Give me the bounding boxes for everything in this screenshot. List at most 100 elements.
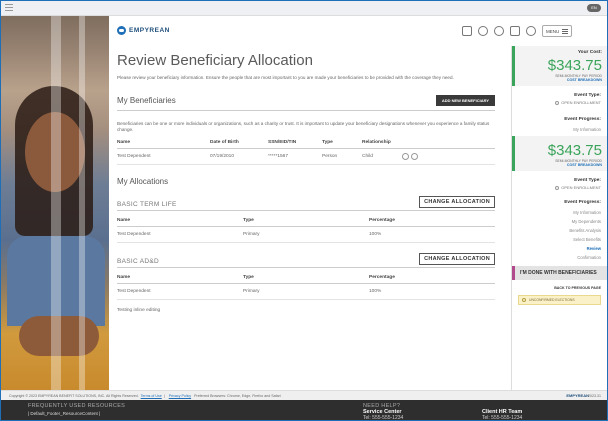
brand-name: EMPYREAN [129,27,170,34]
allocation-group-title: BASIC AD&D [117,258,160,265]
resources-title: FREQUENTLY USED RESOURCES [28,403,126,409]
allocation-percentage: 100% [369,289,382,294]
allocation-type: Primary [243,289,260,294]
allocation-name: Test Dependent [117,232,151,237]
table-row: Test Dependent Primary 100% [117,284,495,300]
copyright-text: Copyright © 2023 EMPYREAN BENEFIT SOLUTI… [9,393,139,398]
logo-mark-icon [117,26,126,35]
hamburger-icon[interactable] [5,4,13,12]
table-header-row: Name Type Percentage [117,272,495,284]
event-type-label: Event Type: [574,178,601,183]
allocation-name: Test Dependent [117,289,151,294]
help-circle-icon[interactable] [478,26,488,36]
remove-icon[interactable] [411,153,418,160]
menu-icon [562,28,568,35]
radio-icon [555,185,560,190]
allocation-table: Name Type Percentage Test Dependent Prim… [117,215,495,243]
resources-content[interactable]: | Default_Footer_ResourceContent | [28,411,125,416]
brand-logo[interactable]: EMPYREAN [117,26,170,35]
edit-icon[interactable] [402,153,409,160]
progress-item[interactable]: Confirmation [512,253,607,262]
column-header: Name [117,275,131,280]
allocation-group-header: BASIC AD&D CHANGE ALLOCATION [117,253,495,268]
cost-sidebar: Your Cost: $343.75 SEMI-MONTHLY PAY PERI… [511,46,607,390]
column-header: Name [117,218,131,223]
main-content: Review Beneficiary Allocation Please rev… [117,52,495,313]
allocation-group-header: BASIC TERM LIFE CHANGE ALLOCATION [117,196,495,211]
progress-item[interactable]: Select Benefits [512,235,607,244]
beneficiary-relationship: Child [362,154,373,159]
event-type-value: OPEN ENROLLMENT [561,185,601,190]
question-icon[interactable] [526,26,536,36]
beneficiaries-heading: My Beneficiaries [117,96,176,105]
page-header: EMPYREAN MENU [109,16,572,46]
site-footer: FREQUENTLY USED RESOURCES | Default_Foot… [1,400,607,421]
copyright-bar: Copyright © 2023 EMPYREAN BENEFIT SOLUTI… [1,390,607,400]
beneficiaries-header: My Beneficiaries ADD NEW BENEFICIARY [117,95,495,111]
browsers-text: Preferred Browsers: Chrome, Edge, Firefo… [194,393,281,398]
beneficiary-type: Person [322,154,338,159]
terms-link[interactable]: Terms of Use [141,394,162,398]
header-icons: MENU [456,25,572,37]
table-row: Test Dependent 07/19/2010 *****1567 Pers… [117,149,495,165]
page-title: Review Beneficiary Allocation [117,52,313,69]
intro-text: Please review your beneficiary informati… [117,75,454,80]
hr-team-phone[interactable]: Tel: 555-555-1234 [482,415,522,421]
event-progress-label: Event Progress: [564,117,601,122]
cost-label: Your Cost: [577,50,602,55]
back-to-previous-link[interactable]: BACK TO PREVIOUS PAGE [512,280,607,293]
resources-column: FREQUENTLY USED RESOURCES | Default_Foot… [28,403,125,416]
event-type-option: OPEN ENROLLMENT [518,185,601,190]
progress-item[interactable]: My Information [512,208,607,217]
column-header: Relationship [362,140,391,145]
column-header: Name [117,140,131,145]
column-header: SSN/EID/TIN [268,140,297,145]
column-header: Date of Birth [210,140,239,145]
beneficiary-name: Test Dependent [117,154,151,159]
row-actions [402,153,420,160]
beneficiary-ssn: *****1567 [268,154,289,159]
column-header: Type [243,218,254,223]
change-allocation-button[interactable]: CHANGE ALLOCATION [419,253,495,265]
home-icon[interactable] [462,26,472,36]
menu-button[interactable]: MENU [542,25,572,37]
allocation-table: Name Type Percentage Test Dependent Prim… [117,272,495,300]
radio-icon [555,100,560,105]
service-center: Service Center Tel: 555-555-1234 [363,409,403,421]
warning-icon [522,298,526,302]
beneficiaries-table: Name Date of Birth SSN/EID/TIN Type Rela… [117,137,495,165]
column-header: Percentage [369,275,395,280]
menu-label: MENU [546,28,560,34]
progress-item[interactable]: My Dependents [512,217,607,226]
change-allocation-button[interactable]: CHANGE ALLOCATION [419,196,495,208]
table-header-row: Name Type Percentage [117,215,495,227]
event-progress-block: Event Progress: [512,197,607,208]
add-beneficiary-button[interactable]: ADD NEW BENEFICIARY [435,95,495,106]
hr-team: Client HR Team Tel: 555-555-1234 [482,409,522,421]
document-icon[interactable] [510,26,520,36]
progress-item-active[interactable]: Review [512,244,607,253]
progress-item[interactable]: Benefits Analysis [512,226,607,235]
allocation-group-title: BASIC TERM LIFE [117,201,177,208]
column-header: Percentage [369,218,395,223]
event-progress-label: Event Progress: [564,200,601,205]
column-header: Type [243,275,254,280]
top-bar: EN [1,1,607,16]
event-type-label: Event Type: [574,93,601,98]
cost-breakdown-link[interactable]: COST BREAKDOWN [520,78,602,82]
unconfirmed-elections-badge[interactable]: UNCONFIRMED ELECTIONS [518,295,601,305]
footer-brand: EMPYREAN [566,393,589,398]
event-type-block: Event Type: OPEN ENROLLMENT [512,175,607,193]
service-center-phone[interactable]: Tel: 555-555-1234 [363,415,403,421]
language-pill[interactable]: EN [587,4,601,12]
privacy-link[interactable]: Privacy Policy [169,394,191,398]
event-type-option: OPEN ENROLLMENT [518,100,601,105]
beneficiary-dob: 07/19/2010 [210,154,235,159]
unconfirmed-label: UNCONFIRMED ELECTIONS [529,298,575,302]
chat-icon[interactable] [494,26,504,36]
event-type-block: Event Type: OPEN ENROLLMENT [512,90,607,108]
event-progress-block: Event Progress: [512,114,607,125]
progress-item[interactable]: My Information [512,125,607,134]
done-with-beneficiaries-button[interactable]: I'M DONE WITH BENEFICIARIES [512,266,607,280]
cost-breakdown-link[interactable]: COST BREAKDOWN [520,163,602,167]
